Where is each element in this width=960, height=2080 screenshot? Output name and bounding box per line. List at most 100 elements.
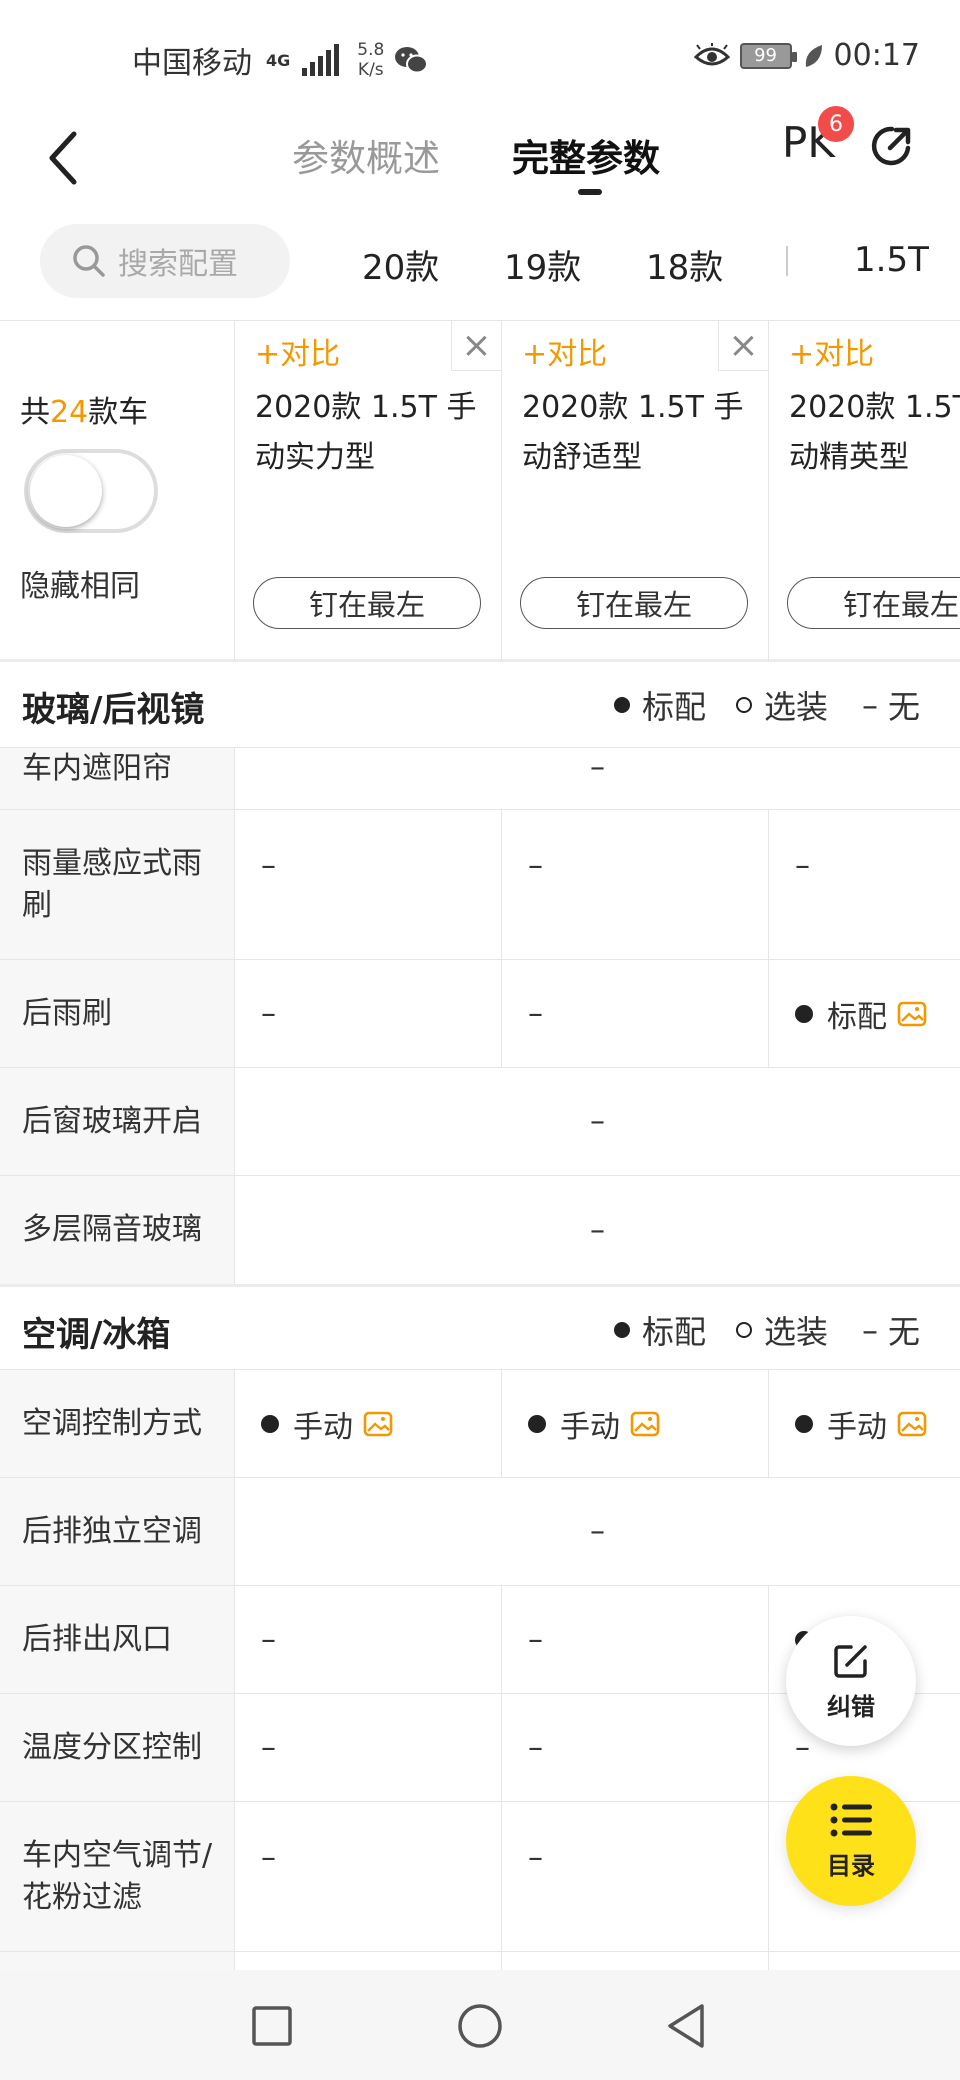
- status-right: 99 00:17: [693, 38, 920, 73]
- total-cars: 共24款车: [20, 387, 148, 431]
- active-tab-indicator: [578, 189, 602, 195]
- standard-dot-icon: [528, 1414, 546, 1433]
- legend-optional: 选装: [763, 1313, 828, 1351]
- spec-label: 车内空气调节/花粉过滤: [0, 1802, 235, 1951]
- standard-dot-icon: [613, 1322, 630, 1338]
- car-name: 2020款 1.5T 手动实力型: [255, 390, 477, 475]
- system-nav-bar: [0, 1970, 960, 2080]
- spec-value: 手动: [528, 1402, 660, 1446]
- legend: 标配 选装 – 无: [613, 682, 920, 728]
- pin-left-button[interactable]: 钉在最左: [787, 577, 960, 629]
- add-compare-button[interactable]: +对比: [255, 329, 340, 373]
- spec-label: 后窗玻璃开启: [0, 1068, 235, 1175]
- spec-value: –: [261, 848, 276, 884]
- spec-value-text: 手动: [293, 1409, 353, 1445]
- spec-row: 雨量感应式雨刷 – – –: [0, 810, 960, 960]
- spec-value: –: [528, 848, 543, 884]
- engine-filter[interactable]: 1.5T: [854, 240, 929, 280]
- spec-value-text: 手动: [560, 1409, 620, 1445]
- close-icon[interactable]: ×: [451, 321, 501, 371]
- spec-value: –: [795, 1730, 810, 1765]
- spec-cell-partial: [235, 1952, 502, 1970]
- spec-cell: –: [235, 960, 502, 1067]
- correction-button[interactable]: 纠错: [786, 1616, 916, 1746]
- back-arrow-icon[interactable]: [44, 128, 84, 188]
- spec-cell: –: [235, 1694, 502, 1801]
- spec-value-text: 手动: [827, 1409, 887, 1445]
- spec-label-partial: [0, 1952, 235, 1970]
- spec-value-merged: –: [590, 1212, 605, 1248]
- pin-left-button[interactable]: 钉在最左: [520, 577, 748, 629]
- spec-value: –: [261, 996, 276, 1031]
- section-header-ac: 空调/冰箱 标配 选装 – 无: [0, 1284, 960, 1370]
- signal-icon: [302, 44, 340, 76]
- standard-dot-icon: [795, 1414, 813, 1433]
- add-compare-button[interactable]: +对比: [522, 329, 607, 373]
- spec-value-merged: –: [590, 1104, 605, 1139]
- spec-cell: 手动: [769, 1370, 960, 1477]
- legend-standard: 标配: [641, 1313, 706, 1351]
- section-title: 空调/冰箱: [22, 1315, 171, 1355]
- legend-optional: 选装: [763, 688, 828, 726]
- spec-row: 后窗玻璃开启 –: [0, 1068, 960, 1176]
- battery-level: 99: [754, 45, 777, 66]
- car-name: 2020款 1.5T 手动舒适型: [522, 390, 744, 475]
- catalog-label: 目录: [827, 1851, 875, 1880]
- network-speed: 5.8 K/s: [357, 40, 384, 80]
- tab-full-params[interactable]: 完整参数: [512, 128, 660, 182]
- image-icon[interactable]: [897, 1001, 927, 1027]
- image-icon[interactable]: [363, 1411, 393, 1437]
- spec-value: –: [261, 1840, 276, 1876]
- network-type: 4G: [266, 50, 291, 70]
- search-icon: [73, 245, 105, 277]
- spec-label: 温度分区控制: [0, 1694, 235, 1801]
- edit-icon: [834, 1644, 867, 1678]
- spec-cell: 标配: [769, 960, 960, 1067]
- image-icon[interactable]: [897, 1411, 927, 1437]
- tab-overview[interactable]: 参数概述: [292, 128, 440, 182]
- search-placeholder: 搜索配置: [118, 247, 238, 282]
- speed-value: 5.8: [357, 40, 385, 60]
- none-dash-icon: –: [861, 686, 878, 724]
- wechat-icon: [395, 47, 429, 74]
- spec-cell: 手动: [235, 1370, 502, 1477]
- year-filter-18[interactable]: 18款: [646, 240, 723, 289]
- spec-label: 车内遮阳帘: [0, 748, 235, 809]
- share-icon[interactable]: [868, 122, 916, 170]
- recent-apps-icon[interactable]: [246, 2000, 298, 2052]
- image-icon[interactable]: [630, 1411, 660, 1437]
- back-triangle-icon[interactable]: [660, 2000, 712, 2052]
- spec-row: 后排独立空调 –: [0, 1478, 960, 1586]
- spec-row: 后雨刷 – – 标配: [0, 960, 960, 1068]
- total-prefix: 共: [20, 395, 50, 430]
- spec-label: 空调控制方式: [0, 1370, 235, 1477]
- spec-cell: –: [502, 1694, 769, 1801]
- spec-cell: –: [235, 1586, 502, 1693]
- optional-ring-icon: [735, 1322, 752, 1338]
- hide-same-toggle[interactable]: [24, 449, 158, 533]
- pin-left-button[interactable]: 钉在最左: [253, 577, 481, 629]
- close-icon[interactable]: ×: [718, 321, 768, 371]
- add-compare-button[interactable]: +对比: [789, 329, 874, 373]
- car-name: 2020款 1.5T 手动精英型: [789, 390, 960, 475]
- spec-value-text: 标配: [827, 999, 887, 1035]
- spec-value: –: [795, 848, 810, 884]
- section-header-glass: 玻璃/后视镜 标配 选装 – 无: [0, 662, 960, 748]
- catalog-button[interactable]: 目录: [786, 1776, 916, 1906]
- year-filter-20[interactable]: 20款: [362, 240, 439, 289]
- spec-value: 标配: [795, 992, 927, 1036]
- spec-label: 后排出风口: [0, 1586, 235, 1693]
- spec-value-merged: –: [590, 1514, 605, 1549]
- toggle-knob: [30, 455, 102, 527]
- spec-cell-partial: [502, 1952, 769, 1970]
- status-bar: 中国移动 4G 5.8 K/s 99 00:17: [0, 0, 960, 118]
- legend-standard: 标配: [641, 688, 706, 726]
- car-column-3: +对比 2020款 1.5T 手动精英型 钉在最左: [769, 321, 960, 661]
- home-icon[interactable]: [454, 2000, 506, 2052]
- spec-label: 后雨刷: [0, 960, 235, 1067]
- search-input[interactable]: 搜索配置: [40, 224, 290, 298]
- total-suffix: 款车: [88, 395, 149, 430]
- legend-none: 无: [887, 688, 920, 726]
- year-filter-19[interactable]: 19款: [504, 240, 581, 289]
- legend-none: 无: [887, 1313, 920, 1351]
